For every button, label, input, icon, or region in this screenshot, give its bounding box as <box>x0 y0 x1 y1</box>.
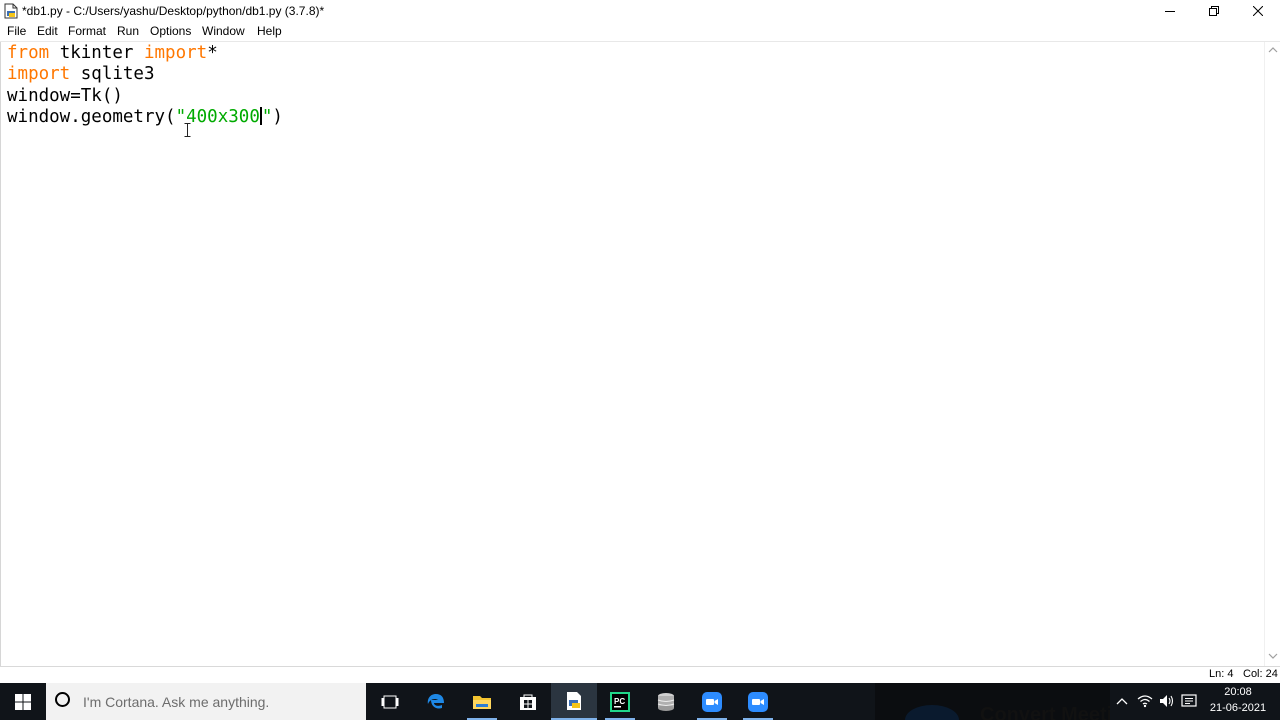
string-token: " <box>261 107 273 127</box>
keyword-token: from <box>7 43 50 63</box>
window-title: *db1.py - C:/Users/yashu/Desktop/python/… <box>22 4 325 18</box>
code-token: ) <box>272 107 283 127</box>
wifi-icon <box>1137 695 1153 708</box>
clock-date[interactable]: 21-06-2021 <box>1205 702 1271 714</box>
zoom-button[interactable] <box>689 683 735 720</box>
windows-logo-icon <box>15 693 31 710</box>
restore-icon <box>1209 6 1219 16</box>
menu-window[interactable]: Window <box>202 24 245 38</box>
menu-options[interactable]: Options <box>150 24 191 38</box>
title-bar[interactable]: *db1.py - C:/Users/yashu/Desktop/python/… <box>0 0 1280 22</box>
close-icon <box>1253 6 1263 16</box>
code-token: window.geometry( <box>7 107 176 127</box>
svg-text:PC: PC <box>614 697 625 706</box>
keyword-token: import <box>143 43 208 63</box>
keyword-token: import <box>7 64 71 84</box>
overlay-text: Convert Meeting Recording <box>980 704 1110 720</box>
edge-icon <box>427 693 444 709</box>
idle-file-icon <box>4 3 18 19</box>
minimize-button[interactable] <box>1148 0 1192 22</box>
code-token: sqlite3 <box>70 64 155 84</box>
edge-button[interactable] <box>413 683 459 720</box>
file-explorer-icon <box>473 695 491 709</box>
status-bar: Ln: 4 Col: 24 <box>0 667 1280 683</box>
file-explorer-button[interactable] <box>459 683 505 720</box>
restore-button[interactable] <box>1192 0 1236 22</box>
cortana-placeholder: I'm Cortana. Ask me anything. <box>83 694 270 710</box>
idle-editor-icon <box>567 691 581 710</box>
vertical-scrollbar[interactable] <box>1264 42 1280 666</box>
text-cursor-icon <box>184 123 191 137</box>
code-token: * <box>207 43 218 63</box>
code-line[interactable]: from tkinter import* <box>7 42 218 64</box>
clock-time[interactable]: 20:08 <box>1212 686 1264 698</box>
speaker-icon <box>1160 695 1174 707</box>
line-number: Ln: 4 <box>1209 668 1234 680</box>
cortana-icon <box>55 692 70 707</box>
zoom-icon <box>702 691 722 712</box>
code-line[interactable]: import sqlite3 <box>7 63 155 85</box>
show-hidden-icons-button[interactable] <box>1114 693 1130 709</box>
pycharm-button[interactable]: PC <box>597 683 643 720</box>
volume-button[interactable] <box>1159 693 1175 709</box>
zoom-meetings-button[interactable] <box>735 683 781 720</box>
code-line[interactable]: window.geometry("400x300 ") <box>7 106 283 128</box>
column-number: Col: 24 <box>1243 668 1278 680</box>
store-button[interactable] <box>505 683 551 720</box>
menu-format[interactable]: Format <box>68 24 106 38</box>
zoom-logo-icon <box>905 705 959 720</box>
code-token: tkinter <box>49 43 144 63</box>
database-icon <box>657 692 675 711</box>
database-button[interactable] <box>643 683 689 720</box>
taskbar: I'm Cortana. Ask me anything. PC Convert… <box>0 683 1280 720</box>
recording-overlay: Convert Meeting Recording <box>875 683 1110 720</box>
store-icon <box>520 694 536 710</box>
menu-run[interactable]: Run <box>117 24 139 38</box>
chevron-up-icon <box>1116 698 1128 705</box>
start-button[interactable] <box>0 683 46 720</box>
notification-icon <box>1181 694 1197 707</box>
minimize-icon <box>1165 11 1175 12</box>
menu-file[interactable]: File <box>7 24 26 38</box>
task-view-button[interactable] <box>367 683 413 720</box>
pycharm-icon: PC <box>610 691 630 712</box>
close-button[interactable] <box>1236 0 1280 22</box>
action-center-button[interactable] <box>1181 693 1197 709</box>
zoom-meetings-icon <box>748 691 768 712</box>
menu-bar: File Edit Format Run Options Window Help <box>0 22 1280 42</box>
idle-editor-button[interactable] <box>551 683 597 720</box>
menu-edit[interactable]: Edit <box>37 24 58 38</box>
code-line[interactable]: window=Tk() <box>7 85 123 107</box>
code-token: window=Tk() <box>7 86 123 106</box>
network-button[interactable] <box>1137 693 1153 709</box>
cortana-search-box[interactable]: I'm Cortana. Ask me anything. <box>46 683 366 720</box>
scrollbar-arrows-icon <box>1268 47 1278 659</box>
task-view-icon <box>381 695 399 708</box>
menu-help[interactable]: Help <box>257 24 282 38</box>
